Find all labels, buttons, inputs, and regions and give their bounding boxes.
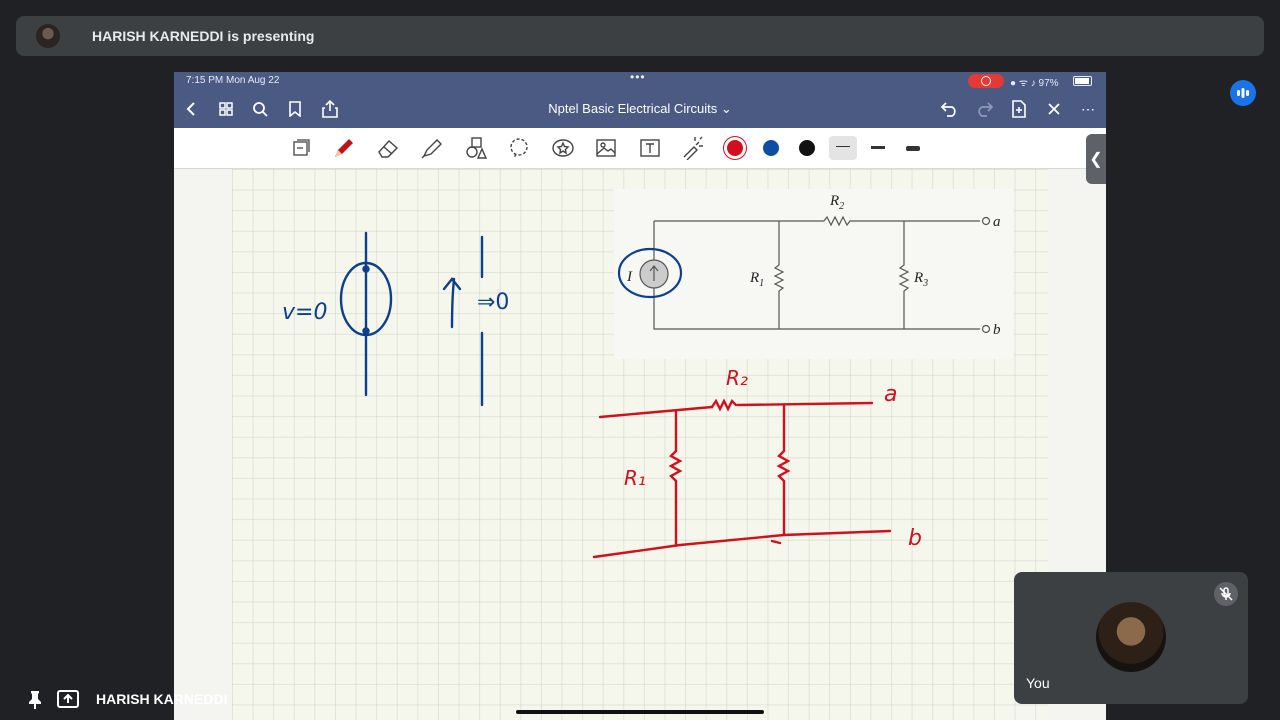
self-video-tile[interactable]: You [1014, 572, 1248, 704]
pen-icon[interactable] [332, 136, 356, 160]
red-label-r2: R₂ [726, 366, 748, 390]
red-label-r1: R₁ [624, 466, 646, 490]
thickness-thick[interactable] [906, 146, 920, 151]
self-avatar [1096, 602, 1166, 672]
presenter-avatar [36, 24, 60, 48]
image-icon[interactable] [594, 136, 618, 160]
note-implies-0: ⇒0 [477, 290, 509, 315]
laser-icon[interactable] [681, 136, 705, 160]
ipad-status-bar: 7:15 PM Mon Aug 22 ••• ● ᯤ ♪ 97% [174, 72, 1106, 90]
eraser-icon[interactable] [376, 136, 400, 160]
presenter-name-label: HARISH KARNEDDI [96, 691, 228, 707]
sidebar-toggle[interactable]: ❮ [1086, 134, 1106, 184]
shared-screen: 7:15 PM Mon Aug 22 ••• ● ᯤ ♪ 97% Nptel B… [174, 72, 1106, 720]
textbox-icon[interactable] [638, 136, 662, 160]
drawing-toolbar [174, 128, 1106, 169]
note-canvas[interactable]: R2 R1 R3 a b I v=0 ⇒0 R₂ R₁ a b [232, 169, 1048, 720]
blue-short-circuit-sketch [339, 231, 393, 397]
label-source-i: I [626, 269, 633, 285]
label-a: a [993, 214, 1001, 230]
blue-open-circuit-sketch [442, 235, 484, 407]
recording-icon [968, 74, 1004, 88]
pages-icon[interactable] [289, 136, 313, 160]
note-v-equals-0: v=0 [282, 300, 327, 325]
undo-icon[interactable] [938, 97, 962, 121]
highlighter-icon[interactable] [420, 136, 444, 160]
textbook-circuit-image: R2 R1 R3 a b I [614, 189, 1014, 359]
label-b: b [993, 322, 1001, 338]
close-icon[interactable] [1042, 97, 1066, 121]
add-page-icon[interactable] [1007, 97, 1031, 121]
present-screen-icon[interactable] [56, 689, 80, 714]
thickness-thin-selected[interactable] [829, 136, 857, 160]
battery-text: ● ᯤ ♪ 97% [1010, 78, 1059, 89]
speaking-indicator-icon [1230, 80, 1256, 106]
pin-icon[interactable] [26, 690, 44, 715]
thickness-medium[interactable] [871, 146, 885, 149]
presenting-text: HARISH KARNEDDI is presenting [92, 28, 315, 44]
home-indicator [516, 710, 764, 714]
status-time: 7:15 PM Mon Aug 22 [186, 75, 280, 86]
multitask-dots-icon: ••• [630, 72, 646, 84]
self-name: You [1026, 675, 1050, 691]
battery-icon [1073, 76, 1092, 86]
more-icon[interactable]: ⋯ [1076, 97, 1100, 121]
lasso-icon[interactable] [507, 136, 531, 160]
mic-off-icon[interactable] [1214, 582, 1238, 606]
thickness-thin[interactable] [836, 146, 850, 147]
red-label-b: b [908, 526, 922, 551]
notes-nav-bar: Nptel Basic Electrical Circuits ⌄ ⋯ [174, 90, 1106, 128]
document-title[interactable]: Nptel Basic Electrical Circuits ⌄ [174, 101, 1106, 117]
redo-icon[interactable] [972, 97, 996, 121]
color-black-swatch[interactable] [799, 140, 815, 156]
shapes-icon[interactable] [464, 136, 488, 160]
red-label-a: a [884, 382, 897, 407]
color-blue-swatch[interactable] [763, 140, 779, 156]
color-red-swatch[interactable] [727, 140, 743, 156]
sticker-icon[interactable] [551, 136, 575, 160]
presenting-banner: HARISH KARNEDDI is presenting [16, 16, 1264, 56]
